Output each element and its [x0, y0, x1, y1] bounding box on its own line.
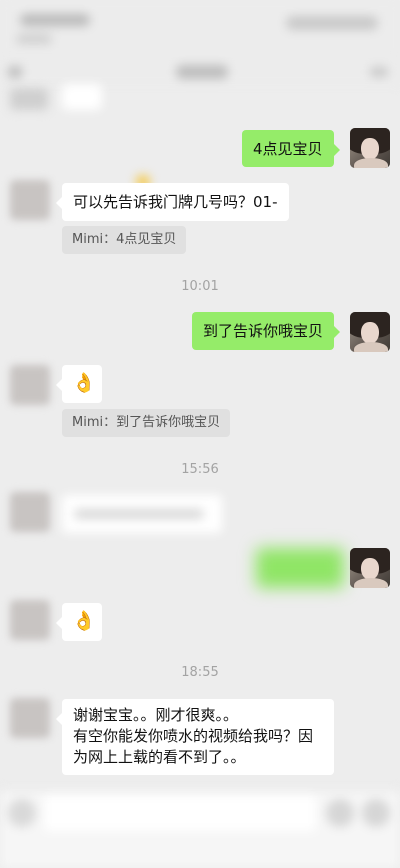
- avatar[interactable]: [10, 698, 50, 738]
- ok-hand-emoji: 👌: [72, 372, 96, 394]
- bubble[interactable]: 到了告诉你哦宝贝: [192, 312, 341, 350]
- timestamp: 15:56: [181, 462, 219, 477]
- avatar[interactable]: [10, 365, 50, 405]
- avatar[interactable]: [350, 548, 390, 588]
- message-text: 可以先告诉我门牌几号吗？01-: [73, 193, 278, 211]
- bubble[interactable]: 谢谢宝宝。。刚才很爽。。 有空你能发你喷水的视频给我吗？因 为网上上载的看不到了…: [56, 699, 334, 775]
- quote-text: Mimi：4点见宝贝: [72, 232, 177, 247]
- quoted-reply[interactable]: Mimi：4点见宝贝: [62, 226, 187, 254]
- message-text: 到了告诉你哦宝贝: [203, 322, 324, 340]
- bubble[interactable]: 👌: [56, 603, 102, 641]
- message-input[interactable]: [44, 795, 316, 831]
- avatar[interactable]: [350, 128, 390, 168]
- avatar[interactable]: [10, 600, 50, 640]
- bubble[interactable]: 👌: [56, 365, 102, 403]
- message-line-1: 谢谢宝宝。。刚才很爽。。: [73, 706, 239, 724]
- ok-hand-emoji: 👌: [72, 610, 96, 632]
- smile-icon[interactable]: [326, 799, 354, 827]
- message-text: 4点见宝贝: [253, 140, 323, 158]
- bubble-blurred[interactable]: [256, 548, 344, 588]
- timestamp: 10:01: [181, 279, 219, 294]
- avatar[interactable]: [10, 492, 50, 532]
- bubble[interactable]: 可以先告诉我门牌几号吗？01-: [56, 183, 289, 221]
- voice-icon[interactable]: [8, 799, 36, 827]
- bubble[interactable]: 4点见宝贝: [242, 130, 340, 167]
- quoted-reply[interactable]: Mimi：到了告诉你哦宝贝: [62, 409, 231, 437]
- plus-icon[interactable]: [362, 799, 390, 827]
- avatar[interactable]: [10, 180, 50, 220]
- quote-text: Mimi：到了告诉你哦宝贝: [72, 415, 221, 430]
- message-line-2: 有空你能发你喷水的视频给我吗？因: [73, 727, 314, 745]
- timestamp: 18:55: [181, 665, 219, 680]
- avatar[interactable]: [350, 312, 390, 352]
- bubble-blurred[interactable]: [62, 495, 222, 533]
- message-list[interactable]: 4点见宝贝 可以先告诉我门牌几号吗？01- Mimi：4点见宝贝 10:01 到…: [0, 0, 400, 867]
- input-bar: [0, 790, 400, 868]
- message-line-3: 为网上上载的看不到了。。: [73, 748, 246, 766]
